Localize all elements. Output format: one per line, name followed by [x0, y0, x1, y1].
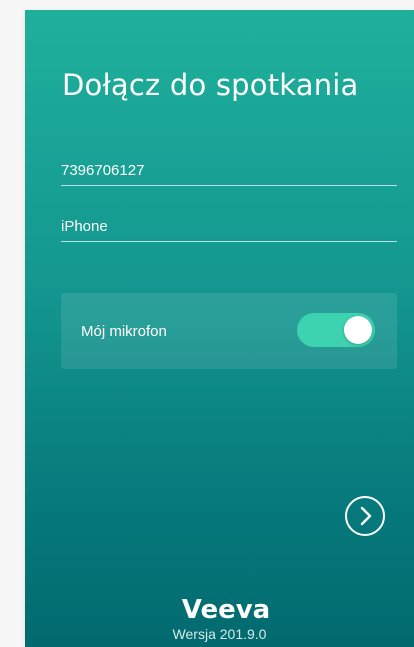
toggle-knob — [344, 316, 372, 344]
microphone-setting: Mój mikrofon — [61, 293, 397, 369]
microphone-toggle[interactable] — [297, 313, 375, 347]
next-button[interactable] — [345, 496, 385, 536]
page-title: Dołącz do spotkania — [62, 68, 359, 102]
meeting-id-input[interactable] — [61, 162, 397, 179]
app-version: Wersja 201.9.0 — [172, 626, 267, 642]
chevron-right-icon — [360, 506, 372, 526]
meeting-id-field — [61, 155, 397, 186]
display-name-field — [61, 211, 397, 242]
veeva-logo: Veeva — [182, 595, 270, 623]
microphone-label: Mój mikrofon — [81, 323, 167, 340]
join-meeting-screen: Dołącz do spotkania Mój mikrofon Veeva W… — [25, 10, 414, 647]
display-name-input[interactable] — [61, 218, 397, 235]
veeva-logo-text: Veeva — [182, 595, 270, 623]
